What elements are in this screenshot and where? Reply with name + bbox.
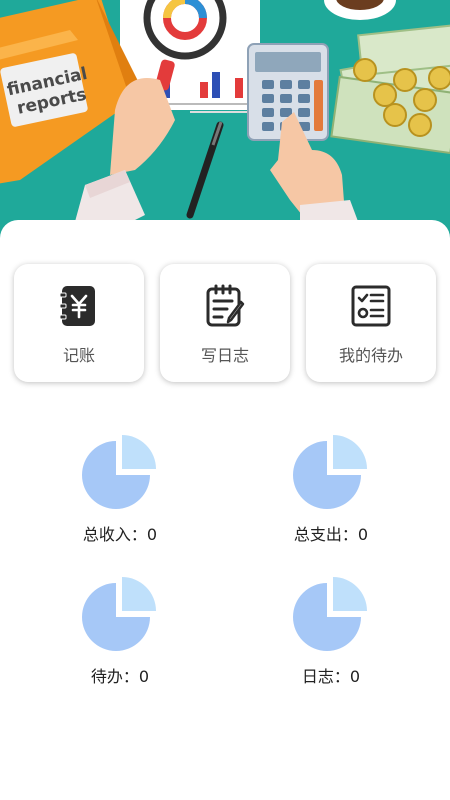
bookkeeping-button[interactable]: 记账 [14,264,144,382]
content-sheet: 记账 写日志 我的待办 总收入：0 总支出：0 待办：0 日志：0 [0,220,450,800]
yuan-notebook-icon [59,286,95,326]
bookkeeping-label: 记账 [62,346,95,365]
quick-actions: 记账 写日志 我的待办 [14,264,436,384]
stat-todos-text: 待办：0 [90,667,150,686]
hero-banner: financial reports [0,0,450,240]
stat-total-expense-text: 总支出：0 [293,525,369,544]
checklist-icon [351,285,391,327]
stats-grid: 总收入：0 总支出：0 待办：0 日志：0 [0,425,450,705]
pie-chart-icon [293,435,367,509]
stat-logs-text: 日志：0 [301,667,361,686]
stat-total-income: 总收入：0 [38,425,198,545]
pie-chart-icon [293,577,367,651]
write-log-label: 写日志 [200,346,249,365]
page: financial reports 记账 写日志 我的待办 总收入：0 总支出：… [0,0,450,800]
stat-total-expense: 总支出：0 [249,425,409,545]
clipboard-edit-icon [206,284,245,327]
my-todos-label: 我的待办 [338,346,403,365]
hero-illustration: financial reports [0,0,450,240]
stat-logs: 日志：0 [249,567,409,687]
stat-total-income-text: 总收入：0 [82,525,158,544]
pie-chart-icon [82,577,156,651]
my-todos-button[interactable]: 我的待办 [306,264,436,382]
write-log-button[interactable]: 写日志 [160,264,290,382]
stat-todos: 待办：0 [38,567,198,687]
pie-chart-icon [82,435,156,509]
